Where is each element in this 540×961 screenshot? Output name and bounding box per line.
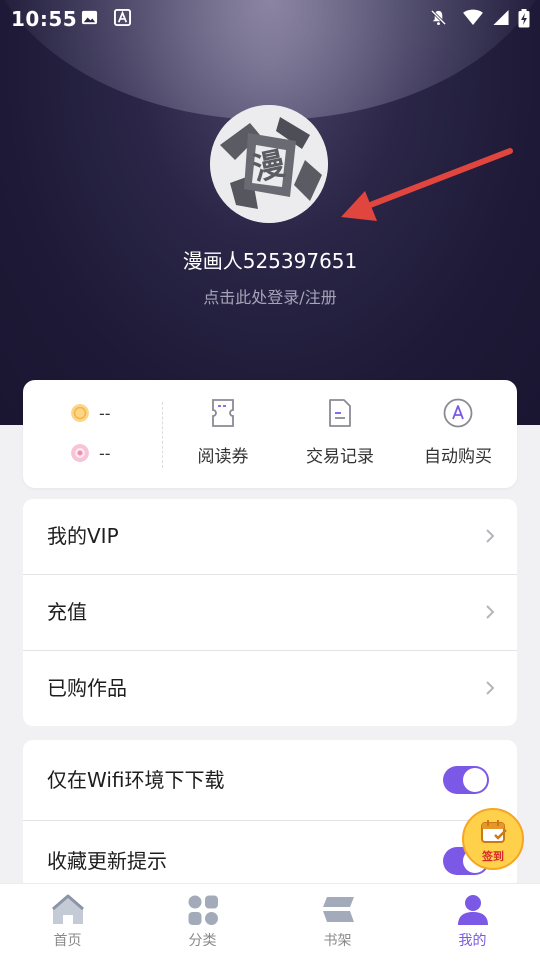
notifications-off-icon — [430, 9, 447, 26]
profile-header: 10:55 漫 漫画人525397651 点击此处登录/注册 — [0, 0, 540, 425]
menu-item-purchased[interactable]: 已购作品 — [23, 651, 517, 726]
tab-home[interactable]: 首页 — [0, 884, 135, 961]
auto-buy-button[interactable]: 自动购买 — [408, 398, 508, 470]
tab-bookshelf[interactable]: 书架 — [270, 884, 405, 961]
tab-category[interactable]: 分类 — [135, 884, 270, 961]
coin-balance-value: -- — [99, 403, 111, 423]
setting-label: 收藏更新提示 — [47, 849, 167, 873]
auto-buy-icon — [443, 398, 473, 428]
bottom-nav: 首页 分类 书架 我的 — [0, 883, 540, 961]
image-notification-icon — [81, 10, 98, 25]
tab-profile[interactable]: 我的 — [405, 884, 540, 961]
avatar-logo-icon: 漫 — [210, 105, 328, 223]
username[interactable]: 漫画人525397651 — [0, 245, 540, 274]
status-time: 10:55 — [11, 7, 78, 31]
divider — [162, 402, 164, 468]
home-icon — [51, 894, 84, 924]
checkin-label: 签到 — [482, 850, 504, 863]
wifi-only-toggle[interactable] — [443, 766, 489, 794]
wifi-icon — [463, 9, 483, 26]
bookshelf-icon — [322, 897, 354, 922]
tab-profile-label: 我的 — [458, 933, 487, 949]
coin-balance[interactable]: -- — [71, 403, 111, 423]
profile-icon — [457, 895, 488, 925]
login-register-link[interactable]: 点击此处登录/注册 — [0, 284, 540, 308]
coin-icon — [71, 404, 89, 422]
document-icon — [329, 399, 351, 427]
pointer-arrow-icon — [341, 148, 513, 221]
menu-item-recharge[interactable]: 充值 — [23, 575, 517, 651]
avatar[interactable]: 漫 — [210, 105, 328, 223]
menu-item-label: 我的VIP — [47, 524, 119, 548]
toggle-knob — [463, 768, 487, 792]
battery-icon — [518, 9, 530, 28]
signal-icon — [493, 9, 509, 26]
menu-item-vip[interactable]: 我的VIP — [23, 499, 517, 575]
calendar-icon — [481, 820, 507, 843]
reading-voucher-label: 阅读券 — [197, 447, 249, 467]
wallet-card: -- -- 阅读券 交易记录 自动购买 — [23, 380, 517, 488]
setting-label: 仅在Wifi环境下下载 — [47, 768, 225, 792]
ticket-icon — [212, 399, 234, 427]
account-menu: 我的VIP 充值 已购作品 — [23, 499, 517, 726]
gem-balance-value: -- — [99, 443, 111, 463]
tab-home-label: 首页 — [53, 933, 82, 949]
setting-wifi-only-download: 仅在Wifi环境下下载 — [23, 740, 517, 821]
transaction-history-button[interactable]: 交易记录 — [290, 398, 390, 470]
category-icon — [188, 895, 218, 925]
chevron-right-icon — [486, 681, 495, 695]
transaction-history-label: 交易记录 — [306, 447, 374, 467]
setting-update-notice: 收藏更新提示 — [23, 821, 517, 890]
tab-bookshelf-label: 书架 — [323, 933, 352, 949]
chevron-right-icon — [486, 605, 495, 619]
chevron-right-icon — [486, 529, 495, 543]
menu-item-label: 充值 — [47, 600, 87, 624]
checkin-button[interactable]: 签到 — [462, 808, 524, 870]
gem-balance[interactable]: -- — [71, 443, 111, 463]
tab-category-label: 分类 — [188, 933, 217, 949]
auto-buy-label: 自动购买 — [424, 447, 492, 467]
gem-icon — [71, 444, 89, 462]
reading-voucher-button[interactable]: 阅读券 — [173, 398, 273, 470]
settings-menu: 仅在Wifi环境下下载 收藏更新提示 — [23, 740, 517, 890]
text-notification-icon — [114, 9, 131, 26]
menu-item-label: 已购作品 — [47, 676, 127, 700]
status-bar: 10:55 — [0, 0, 540, 36]
